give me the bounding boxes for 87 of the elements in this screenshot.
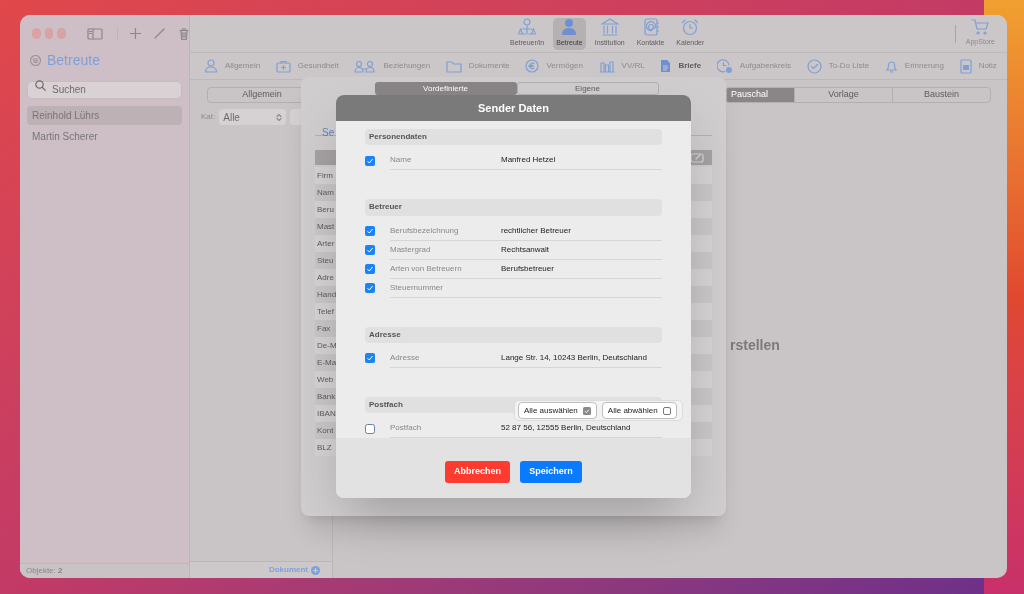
table-cell: Hand: [317, 288, 337, 301]
field-value: 52 87 56, 12555 Berlin, Deutschland: [501, 422, 631, 434]
field-label: Postfach: [390, 422, 423, 434]
field-value: Rechtsanwalt: [501, 243, 550, 256]
section-header: Betreuer: [365, 199, 662, 216]
folder-icon: [445, 59, 462, 73]
trash-icon: [179, 27, 189, 40]
dialog-tab[interactable]: Vordefinierte: [374, 82, 517, 95]
updown-icon: [276, 112, 283, 122]
table-cell: Nam: [317, 186, 334, 199]
bell-icon: [884, 59, 898, 73]
checkbox[interactable]: [365, 283, 375, 293]
field-label: Mastergrad: [390, 243, 432, 256]
table-cell: Fax: [317, 322, 331, 335]
sidebar-icon: [87, 27, 104, 40]
person-icon: [561, 18, 578, 37]
section-header: Adresse: [365, 326, 662, 343]
field-label: Name: [390, 154, 413, 167]
plus-icon: [130, 28, 141, 39]
field-value: Berufsbetreuer: [501, 262, 554, 275]
section-header: Personendaten: [365, 129, 662, 146]
table-cell: Firm: [317, 169, 333, 182]
checkbox[interactable]: [365, 353, 375, 364]
table-cell: Bank: [317, 390, 336, 403]
table-cell: E-Ma: [317, 356, 337, 369]
building-icon: [600, 18, 619, 37]
table-cell: Kont: [317, 424, 334, 437]
segment-tab[interactable]: Vorlage: [794, 88, 892, 102]
empty-state-text: rstellen: [730, 336, 780, 355]
nav-tab[interactable]: Notiz: [959, 58, 997, 74]
table-cell: Web: [317, 373, 334, 386]
table-cell: IBAN: [317, 407, 336, 420]
table-cell: Arter: [317, 237, 335, 250]
checkbox[interactable]: [365, 264, 375, 274]
table-cell: Telef: [317, 305, 334, 318]
medical-case-icon: [275, 59, 291, 73]
sender-tab-link[interactable]: Se: [322, 127, 335, 138]
notepad-icon: [959, 58, 972, 74]
popover-button[interactable]: Alle auswählen: [518, 402, 597, 419]
checkbox[interactable]: [365, 155, 375, 166]
cancel-button[interactable]: Abbrechen: [445, 461, 510, 483]
field-label: Berufsbezeichnung: [390, 224, 460, 237]
document-icon: [660, 59, 672, 73]
cart-icon: [971, 19, 990, 36]
check-circle-icon: [806, 58, 822, 74]
alarm-clock-icon: [681, 18, 700, 37]
dialog-title: Sender Daten: [478, 100, 549, 116]
field-label: Arten von Betreuern: [390, 262, 463, 275]
person-icon: [204, 59, 218, 73]
clock-check-icon: [716, 58, 733, 74]
search-icon: [35, 80, 46, 91]
checkbox[interactable]: [365, 245, 375, 255]
sidebar-title: Betreute: [47, 50, 100, 70]
address-book-icon: [642, 18, 659, 37]
two-persons-icon: [354, 59, 377, 73]
nav-tab[interactable]: Aufgabenkreis: [716, 58, 791, 74]
checkbox[interactable]: [365, 226, 375, 236]
nav-tab[interactable]: Allgemein: [204, 59, 261, 73]
field-value: Manfred Hetzel: [501, 154, 556, 167]
dialog-tab[interactable]: Eigene: [516, 82, 659, 95]
field-label: Steuernummer: [390, 281, 444, 294]
list-circle-icon: [30, 54, 41, 66]
popover-button[interactable]: Alle abwählen: [601, 402, 677, 419]
category-select[interactable]: Alle: [219, 109, 287, 125]
euro-icon: [525, 59, 540, 73]
bar-chart-icon: [598, 59, 615, 73]
field-value: rechtlicher Betreuer: [501, 224, 571, 237]
person-scales-icon: [518, 18, 537, 37]
plus-circle-icon: [311, 565, 320, 575]
nav-tab[interactable]: Briefe: [660, 59, 702, 73]
pencil-icon: [154, 28, 165, 39]
table-cell: De-M: [317, 339, 337, 352]
field-value: Lange Str. 14, 10243 Berlin, Deutschland: [501, 351, 647, 364]
save-button[interactable]: Speichern: [520, 461, 582, 483]
table-cell: Mast: [317, 220, 335, 233]
checkbox[interactable]: [365, 423, 375, 434]
table-cell: Adre: [317, 271, 334, 284]
field-label: Adresse: [390, 351, 421, 364]
edit-icon: [690, 152, 704, 163]
segment-tab[interactable]: Baustein: [892, 88, 990, 102]
table-cell: Beru: [317, 203, 334, 216]
table-cell: Steu: [317, 254, 334, 267]
table-cell: BLZ: [317, 441, 332, 454]
segment-tab[interactable]: Pauschal: [726, 88, 794, 102]
sidebar-item[interactable]: Martin Scherer: [27, 127, 182, 146]
sidebar-item[interactable]: Reinhold Lührs: [27, 106, 182, 125]
search-field[interactable]: Suchen: [27, 80, 182, 99]
